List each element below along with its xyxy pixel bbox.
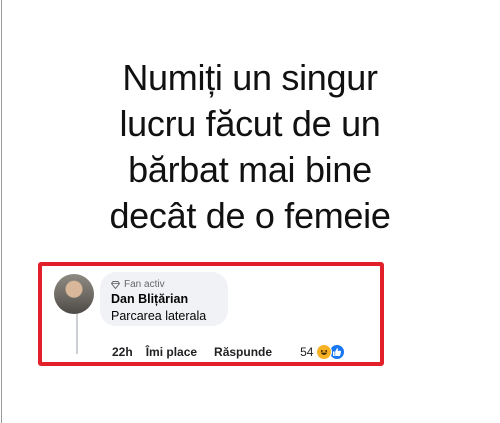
comment-actions: 22h Îmi place Răspunde 54 [112,344,346,360]
reactions-summary[interactable]: 54 [300,344,346,360]
avatar[interactable] [54,274,94,314]
headline-line-2: lucru făcut de un [119,103,381,144]
reply-button[interactable]: Răspunde [214,345,272,359]
diamond-icon [111,280,120,289]
comment-text: Parcarea laterala [111,309,207,323]
like-button[interactable]: Îmi place [146,345,197,359]
headline-line-3: bărbat mai bine [128,149,372,190]
post-headline: Numiți un singur lucru făcut de un bărba… [60,55,440,239]
fan-badge: Fan activ [111,279,165,290]
comment-timestamp[interactable]: 22h [112,345,133,359]
comment-author[interactable]: Dan Blițărian [111,292,188,306]
comment-highlight-frame: Fan activ Dan Blițărian Parcarea lateral… [38,262,384,366]
thread-connector-line [76,312,78,354]
badge-label: Fan activ [124,279,165,290]
headline-line-4: decât de o femeie [109,195,391,236]
haha-icon [316,344,333,360]
comment-bubble: Fan activ Dan Blițărian Parcarea lateral… [100,272,228,326]
reaction-icons [316,344,346,360]
left-border-line [1,0,2,423]
meme-post: Numiți un singur lucru făcut de un bărba… [0,0,500,423]
headline-line-1: Numiți un singur [122,57,378,98]
reaction-count: 54 [300,345,314,359]
